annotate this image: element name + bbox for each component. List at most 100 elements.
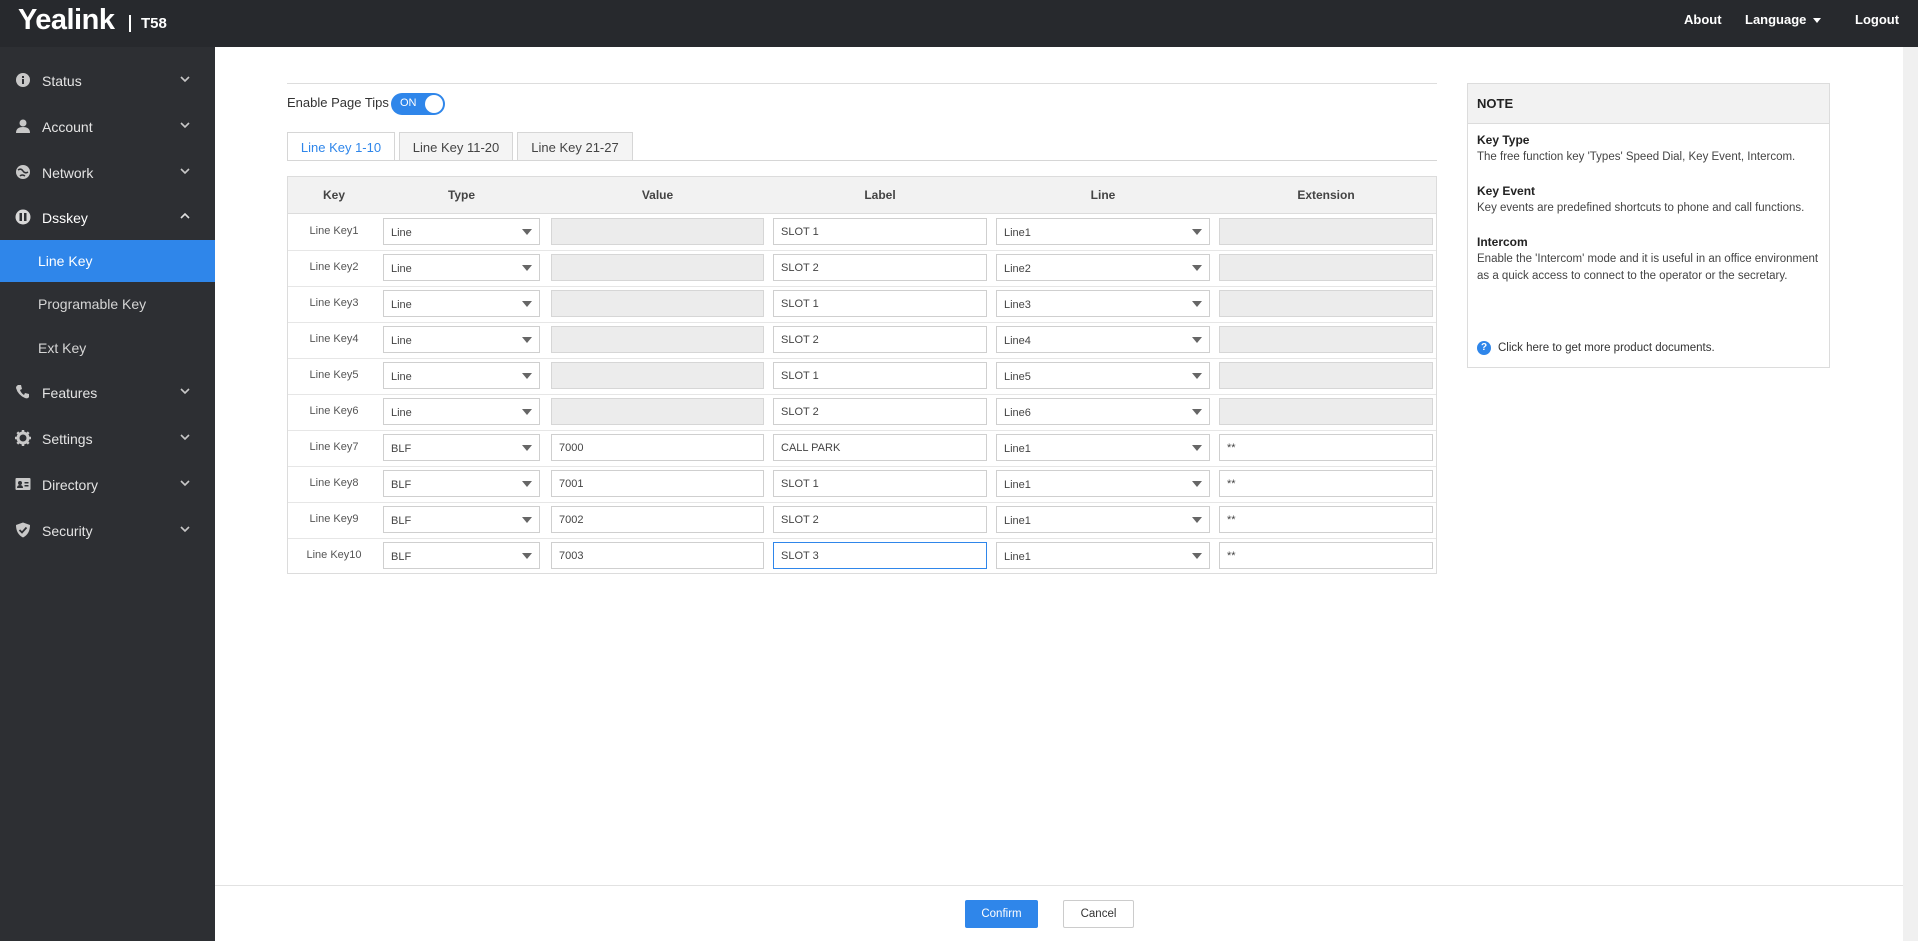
label-input[interactable]: SLOT 1 (773, 218, 987, 245)
sidebar-item-account[interactable]: Account (0, 105, 215, 149)
sidebar-item-label: Network (42, 165, 94, 181)
caret-down-icon (522, 481, 532, 487)
label-input[interactable]: SLOT 1 (773, 290, 987, 317)
label-input[interactable]: SLOT 1 (773, 470, 987, 497)
line-select[interactable]: Line2 (996, 254, 1210, 281)
note-key-event-text: Key events are predefined shortcuts to p… (1477, 202, 1805, 214)
column-header-line: Line (1090, 188, 1116, 202)
line-select[interactable]: Line5 (996, 362, 1210, 389)
line-select[interactable]: Line1 (996, 470, 1210, 497)
extension-input (1219, 362, 1433, 389)
label-input[interactable]: SLOT 1 (773, 362, 987, 389)
line-select[interactable]: Line1 (996, 218, 1210, 245)
line-select[interactable]: Line6 (996, 398, 1210, 425)
label-input[interactable]: SLOT 2 (773, 398, 987, 425)
line-select[interactable]: Line1 (996, 506, 1210, 533)
caret-down-icon (1192, 265, 1202, 271)
line-select[interactable]: Line1 (996, 542, 1210, 569)
line-select-value: Line3 (1004, 299, 1031, 311)
type-select[interactable]: Line (383, 218, 540, 245)
column-header-label: Label (864, 188, 896, 202)
label-input[interactable]: CALL PARK (773, 434, 987, 461)
sidebar-item-directory[interactable]: Directory (0, 463, 215, 507)
type-select[interactable]: Line (383, 254, 540, 281)
type-select[interactable]: BLF (383, 434, 540, 461)
type-select[interactable]: Line (383, 362, 540, 389)
sidebar-item-status[interactable]: Status (0, 59, 215, 103)
extension-input[interactable]: ** (1219, 506, 1433, 533)
confirm-button[interactable]: Confirm (965, 900, 1038, 928)
page-tips-toggle[interactable]: ON (391, 93, 445, 115)
chevron-down-icon (180, 480, 190, 487)
sidebar-item-ext-key[interactable]: Ext Key (0, 327, 215, 369)
language-dropdown[interactable]: Language (1745, 12, 1822, 27)
caret-down-icon (522, 229, 532, 235)
sidebar-item-features[interactable]: Features (0, 371, 215, 415)
line-select[interactable]: Line1 (996, 434, 1210, 461)
chevron-down-icon (180, 76, 190, 83)
caret-down-icon (1192, 445, 1202, 451)
extension-input[interactable]: ** (1219, 542, 1433, 569)
caret-down-icon (522, 553, 532, 559)
tab-line-key-1-10[interactable]: Line Key 1-10 (287, 132, 395, 161)
tab-label: Line Key 11-20 (412, 140, 500, 155)
line-select[interactable]: Line4 (996, 326, 1210, 353)
line-select-value: Line1 (1004, 479, 1031, 491)
model-name: T58 (141, 15, 167, 32)
chevron-up-icon (180, 212, 190, 219)
label-input[interactable]: SLOT 2 (773, 506, 987, 533)
type-select[interactable]: BLF (383, 542, 540, 569)
type-select[interactable]: BLF (383, 506, 540, 533)
tab-line-key-21-27[interactable]: Line Key 21-27 (517, 132, 633, 160)
section-divider (287, 83, 1437, 84)
sidebar-item-line-key[interactable]: Line Key (0, 240, 215, 282)
type-select[interactable]: Line (383, 326, 540, 353)
line-select[interactable]: Line3 (996, 290, 1210, 317)
type-select-value: Line (391, 227, 412, 239)
value-input[interactable]: 7002 (551, 506, 764, 533)
label-input-value: SLOT 1 (781, 370, 819, 382)
table-row: Line Key2 Line SLOT 2 Line2 (288, 250, 1436, 287)
value-input[interactable]: 7000 (551, 434, 764, 461)
sidebar-item-dsskey[interactable]: Dsskey (0, 196, 215, 240)
page-scrollbar[interactable] (1903, 47, 1918, 941)
label-input[interactable]: SLOT 3 (773, 542, 987, 569)
type-select[interactable]: Line (383, 290, 540, 317)
sidebar-item-security[interactable]: Security (0, 509, 215, 553)
cancel-button[interactable]: Cancel (1063, 900, 1134, 928)
line-select-value: Line1 (1004, 551, 1031, 563)
product-documents-link[interactable]: Click here to get more product documents… (1498, 342, 1715, 354)
about-link[interactable]: About (1684, 12, 1722, 27)
table-row: Line Key3 Line SLOT 1 Line3 (288, 286, 1436, 323)
extension-input[interactable]: ** (1219, 470, 1433, 497)
line-select-value: Line1 (1004, 515, 1031, 527)
sidebar-item-network[interactable]: Network (0, 151, 215, 195)
type-select-value: BLF (391, 479, 412, 491)
value-input[interactable]: 7001 (551, 470, 764, 497)
value-input-value: 7002 (559, 514, 584, 526)
label-input-value: SLOT 1 (781, 226, 819, 238)
type-select-value: Line (391, 263, 412, 275)
line-select-value: Line4 (1004, 335, 1031, 347)
caret-down-icon (522, 373, 532, 379)
value-input-value: 7003 (559, 550, 584, 562)
extension-input-value: ** (1227, 550, 1236, 562)
sidebar-item-label: Status (42, 73, 82, 89)
line-select-value: Line1 (1004, 227, 1031, 239)
tab-line-key-11-20[interactable]: Line Key 11-20 (399, 132, 513, 160)
label-input[interactable]: SLOT 2 (773, 254, 987, 281)
sidebar-item-settings[interactable]: Settings (0, 417, 215, 461)
type-select[interactable]: BLF (383, 470, 540, 497)
value-input-value: 7000 (559, 442, 584, 454)
sidebar-item-programable-key[interactable]: Programable Key (0, 283, 215, 325)
label-input[interactable]: SLOT 2 (773, 326, 987, 353)
extension-input[interactable]: ** (1219, 434, 1433, 461)
caret-down-icon (1192, 337, 1202, 343)
logout-link[interactable]: Logout (1855, 12, 1899, 27)
value-input[interactable]: 7003 (551, 542, 764, 569)
column-header-type: Type (447, 188, 476, 202)
extension-input (1219, 326, 1433, 353)
type-select-value: Line (391, 299, 412, 311)
line-key-name: Line Key8 (309, 477, 359, 489)
type-select[interactable]: Line (383, 398, 540, 425)
